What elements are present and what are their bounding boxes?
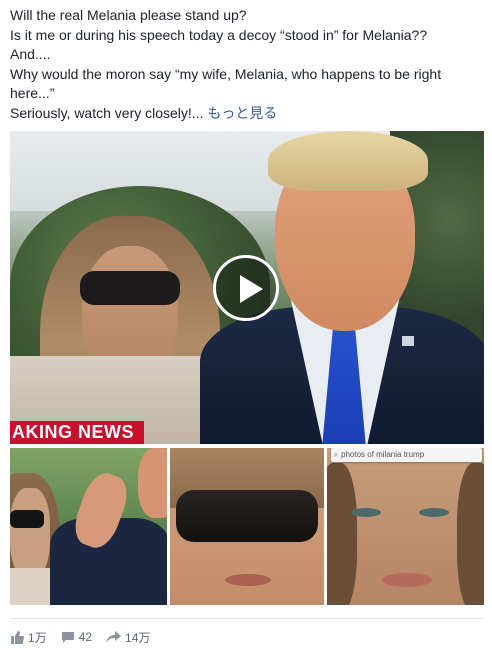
reaction-footer: 1万 42 14万 <box>10 627 164 647</box>
thumb3-hair-left <box>327 463 357 605</box>
post-line-5: here...” <box>10 85 55 101</box>
likes-stat[interactable]: 1万 <box>10 629 47 646</box>
search-icon: ⌕ <box>333 450 339 459</box>
thumb1-sunglasses <box>10 510 44 528</box>
thumb1-coat <box>10 568 50 605</box>
post-line-1: Will the real Melania please stand up? <box>10 7 247 23</box>
video-player[interactable]: AKING NEWS <box>10 131 484 444</box>
likes-count: 1万 <box>28 630 47 645</box>
post-line-6: Seriously, watch very closely!... もっと見る <box>10 104 482 124</box>
share-icon <box>106 630 122 643</box>
thumb3-search-bar: ⌕ photos of milania trump <box>331 448 482 462</box>
thumb3-search-text: photos of milania trump <box>341 450 425 459</box>
comments-count: 42 <box>78 630 93 644</box>
comments-stat[interactable]: 42 <box>61 630 92 644</box>
footer-divider <box>10 618 484 619</box>
breaking-news-banner: AKING NEWS <box>10 421 144 444</box>
post-line-3: And.... <box>10 46 51 62</box>
thumb1-face <box>10 488 50 578</box>
thumbs-up-icon <box>11 630 24 644</box>
thumb3-eye-left <box>351 508 381 517</box>
shares-count: 14万 <box>125 630 151 645</box>
post-line-6-text: Seriously, watch very closely!... <box>10 104 208 121</box>
flag-pin <box>402 336 414 346</box>
man-hair <box>268 131 428 191</box>
photo-thumb-1[interactable] <box>10 448 167 605</box>
shares-stat[interactable]: 14万 <box>106 629 150 646</box>
thumb3-hair-right <box>457 463 484 605</box>
woman-sunglasses <box>80 271 180 305</box>
thumb2-lips <box>225 574 271 586</box>
thumb2-sunglasses <box>176 490 318 542</box>
see-more-link[interactable]: もっと見る <box>207 105 277 121</box>
photo-thumb-2[interactable] <box>170 448 324 605</box>
photo-thumb-3[interactable]: ⌕ photos of milania trump <box>327 448 484 605</box>
thumb1-man-head <box>138 448 167 518</box>
thumb3-lips <box>382 573 432 587</box>
post-text: Will the real Melania please stand up? I… <box>10 6 482 123</box>
post-line-4: Why would the moron say “my wife, Melani… <box>10 65 442 82</box>
post-line-2: Is it me or during his speech today a de… <box>10 26 428 43</box>
play-button[interactable] <box>213 255 279 321</box>
play-icon <box>240 275 263 303</box>
thumb3-eye-right <box>419 508 449 517</box>
comment-icon <box>61 631 74 643</box>
